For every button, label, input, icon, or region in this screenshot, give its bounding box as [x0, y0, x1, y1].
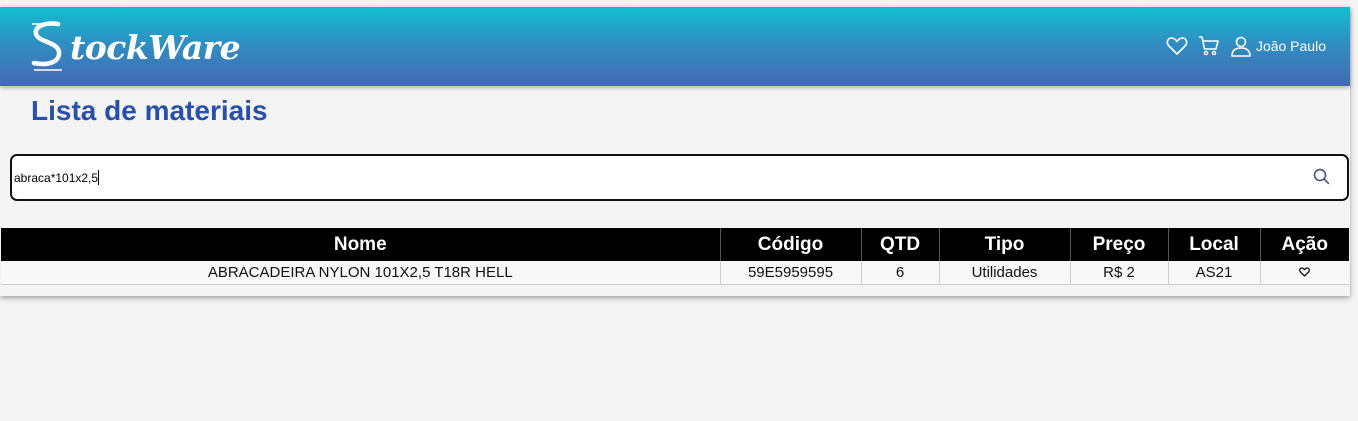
logo[interactable]: tockWare	[28, 19, 241, 75]
column-header-local[interactable]: Local	[1168, 228, 1261, 261]
text-caret	[98, 170, 100, 185]
column-header-acao[interactable]: Ação	[1260, 228, 1349, 261]
page-title: Lista de materiais	[31, 95, 268, 126]
favorite-heart-icon[interactable]	[1299, 267, 1311, 277]
search-icon[interactable]	[1313, 168, 1330, 190]
cart-icon[interactable]	[1198, 35, 1220, 57]
column-header-qtd[interactable]: QTD	[861, 228, 940, 261]
materials-table: Nome Código QTD Tipo Preço Local Ação AB…	[1, 228, 1349, 285]
user-name[interactable]: João Paulo	[1256, 38, 1326, 54]
cell-codigo: 59E5959595	[720, 261, 862, 285]
column-header-tipo[interactable]: Tipo	[939, 228, 1071, 261]
search-input-value: abraca*101x2,5	[14, 170, 100, 185]
top-navbar: tockWare João Paulo	[0, 7, 1350, 86]
cell-qtd: 6	[861, 261, 940, 285]
header-actions: João Paulo	[1156, 33, 1326, 59]
cell-acao	[1260, 261, 1349, 285]
cell-preco: R$ 2	[1070, 261, 1169, 285]
search-input[interactable]: abraca*101x2,5	[10, 154, 1349, 201]
column-header-preco[interactable]: Preço	[1070, 228, 1169, 261]
table-header-row: Nome Código QTD Tipo Preço Local Ação	[1, 228, 1349, 261]
table-row[interactable]: ABRACADEIRA NYLON 101X2,5 T18R HELL 59E5…	[1, 261, 1349, 285]
column-header-codigo[interactable]: Código	[720, 228, 862, 261]
column-header-nome[interactable]: Nome	[1, 228, 721, 261]
cell-tipo: Utilidades	[939, 261, 1071, 285]
cell-local: AS21	[1168, 261, 1261, 285]
heart-icon[interactable]	[1166, 36, 1188, 56]
logo-text: tockWare	[70, 27, 241, 67]
cell-nome: ABRACADEIRA NYLON 101X2,5 T18R HELL	[1, 261, 721, 285]
user-icon[interactable]	[1230, 35, 1252, 57]
logo-mark	[28, 20, 68, 74]
app-window: tockWare João Paulo Lista de materiais a…	[0, 7, 1350, 296]
